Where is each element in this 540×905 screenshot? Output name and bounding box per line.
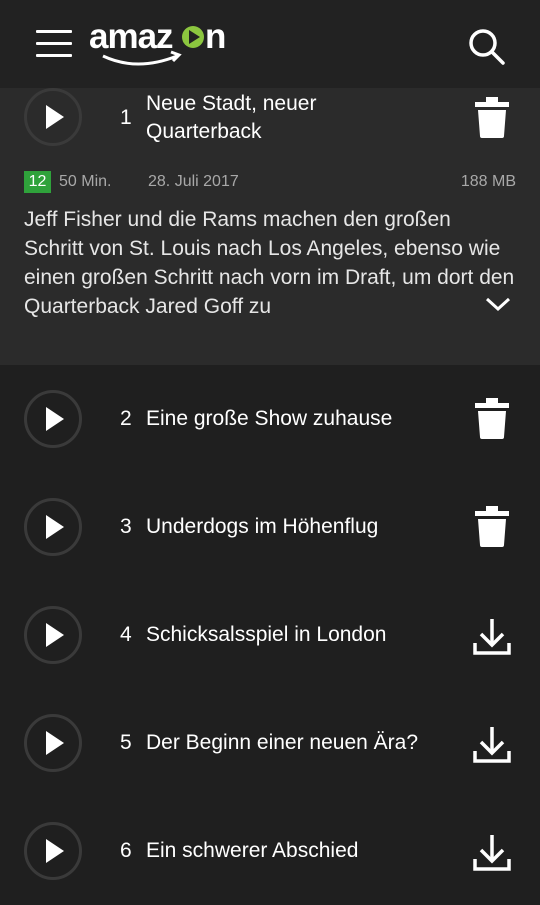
search-icon[interactable] (466, 26, 506, 66)
episode-title: Eine große Show zuhause (146, 407, 393, 430)
episode-1-expanded: 1 Neue Stadt, neuer Quarterback 12 50 Mi… (0, 88, 540, 365)
play-icon (46, 731, 64, 755)
episode-meta: 12 50 Min. 28. Juli 2017 188 MB (24, 171, 516, 195)
duration: 50 Min. (59, 173, 112, 190)
file-size: 188 MB (460, 173, 516, 190)
episode-number: 4 (120, 623, 132, 646)
delete-icon[interactable] (472, 96, 512, 140)
release-date: 28. Juli 2017 (148, 173, 239, 190)
episode-row-6[interactable]: 6 Ein schwerer Abschied (0, 797, 540, 905)
play-button[interactable] (24, 390, 82, 448)
download-icon[interactable] (472, 833, 512, 877)
download-icon[interactable] (472, 617, 512, 661)
episode-title: Schicksalsspiel in London (146, 623, 387, 646)
play-button[interactable] (24, 714, 82, 772)
play-icon (46, 839, 64, 863)
age-rating-badge: 12 (24, 171, 51, 193)
top-bar: amaz n (0, 0, 540, 88)
svg-text:n: n (205, 17, 226, 56)
episode-row-3[interactable]: 3 Underdogs im Höhenflug (0, 473, 540, 581)
chevron-down-icon[interactable] (484, 294, 512, 314)
play-button[interactable] (24, 498, 82, 556)
play-button[interactable] (24, 88, 82, 146)
episode-number: 3 (120, 515, 132, 538)
episode-number: 2 (120, 407, 132, 430)
play-icon (46, 105, 64, 129)
play-button[interactable] (24, 606, 82, 664)
svg-text:amaz: amaz (89, 17, 173, 56)
episode-number: 1 (120, 106, 132, 129)
episode-number: 5 (120, 731, 132, 754)
episode-description: Jeff Fisher und die Rams machen den groß… (24, 208, 515, 318)
episode-row-5[interactable]: 5 Der Beginn einer neuen Ära? (0, 689, 540, 797)
amazon-logo[interactable]: amaz n (89, 14, 234, 70)
download-icon[interactable] (472, 725, 512, 769)
hamburger-menu-icon[interactable] (36, 30, 72, 58)
play-button[interactable] (24, 822, 82, 880)
episode-row-2[interactable]: 2 Eine große Show zuhause (0, 365, 540, 473)
episode-title: Der Beginn einer neuen Ära? (146, 731, 419, 754)
delete-icon[interactable] (472, 397, 512, 441)
play-icon (46, 407, 64, 431)
play-icon (46, 515, 64, 539)
episode-row-4[interactable]: 4 Schicksalsspiel in London (0, 581, 540, 689)
episode-title: Underdogs im Höhenflug (146, 515, 379, 538)
play-icon (46, 623, 64, 647)
episode-number: 6 (120, 839, 132, 862)
delete-icon[interactable] (472, 505, 512, 549)
episode-title: Ein schwerer Abschied (146, 839, 359, 862)
episode-title: Neue Stadt, neuer Quarterback (146, 92, 317, 143)
